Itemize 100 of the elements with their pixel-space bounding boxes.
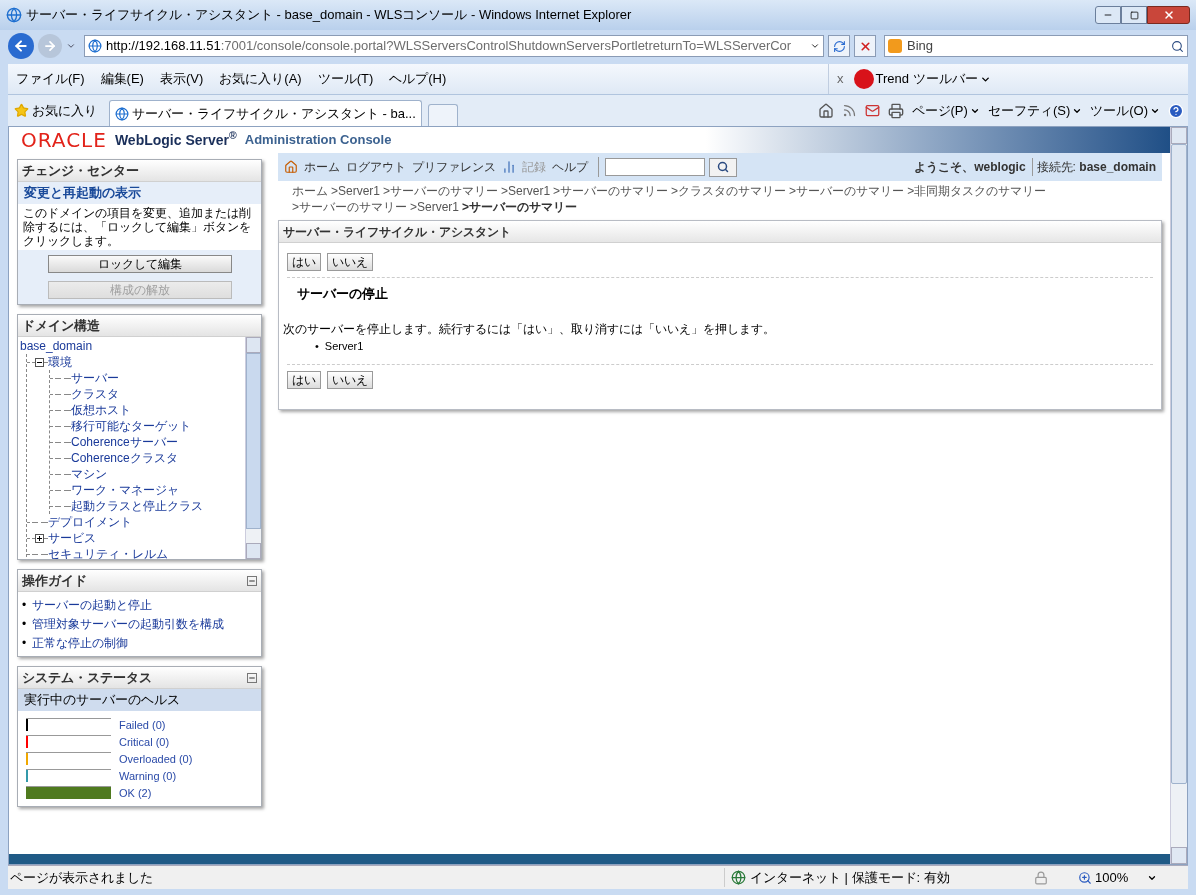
breadcrumb-link[interactable]: >サーバーのサマリー xyxy=(292,199,407,215)
health-link[interactable]: Overloaded (0) xyxy=(119,751,193,766)
tree-item[interactable]: Coherenceサーバー xyxy=(71,433,178,451)
menu-item[interactable]: ツール(T) xyxy=(309,69,382,89)
menu-item[interactable]: お気に入り(A) xyxy=(211,69,310,89)
guide-link[interactable]: 管理対象サーバーの起動引数を構成 xyxy=(32,616,225,632)
tree-item[interactable]: Coherenceクラスタ xyxy=(71,449,178,467)
maximize-button[interactable] xyxy=(1121,6,1147,24)
print-icon[interactable] xyxy=(887,102,904,119)
nav-link[interactable]: ホーム xyxy=(304,158,340,176)
health-link[interactable]: Warning (0) xyxy=(119,768,177,783)
tree-item[interactable]: サービス xyxy=(48,529,96,547)
mail-icon[interactable] xyxy=(864,103,880,118)
form-button[interactable]: いいえ xyxy=(327,371,373,389)
menu-item[interactable]: ヘルプ(H) xyxy=(381,69,455,89)
nav-link[interactable]: プリファレンス xyxy=(412,158,496,176)
help-icon[interactable] xyxy=(1168,102,1184,119)
feed-icon[interactable] xyxy=(841,103,857,118)
address-field[interactable]: http://192.168.11.51:7001/console/console.portal?WLSServersControlShutdownServersPortletreturnTo=WLSServerCor xyxy=(84,35,824,57)
health-link[interactable]: Critical (0) xyxy=(119,734,170,749)
favorites-button[interactable]: お気に入り xyxy=(8,100,103,121)
panel-button[interactable]: ロックして編集 xyxy=(47,255,232,273)
home-icon xyxy=(284,160,298,174)
breadcrumb-link[interactable]: ホーム xyxy=(292,183,328,199)
command-menu[interactable]: セーフティ(S) xyxy=(987,100,1083,121)
menu-item[interactable]: ファイル(F) xyxy=(8,69,93,89)
health-link[interactable]: Failed (0) xyxy=(119,717,166,732)
bullet: • xyxy=(22,635,27,651)
nav-link[interactable]: ログアウト xyxy=(346,158,406,176)
tree-root[interactable]: base_domain xyxy=(20,338,93,354)
tree-item[interactable]: 仮想ホスト xyxy=(71,401,131,419)
breadcrumb-link[interactable]: >サーバーのサマリー xyxy=(553,183,669,199)
nav-link[interactable]: ヘルプ xyxy=(552,158,588,176)
history-dropdown-icon[interactable] xyxy=(66,41,76,51)
change-center-text: このドメインの項目を変更、追加または削除するには、「ロックして編集」ボタンをクリックします。 xyxy=(18,204,261,250)
breadcrumb-link[interactable]: >Server1 xyxy=(410,199,460,215)
breadcrumb-link[interactable]: >サーバーのサマリー xyxy=(462,199,578,215)
form-button[interactable]: いいえ xyxy=(327,253,373,271)
console-subtitle: Administration Console xyxy=(244,131,392,150)
section-heading: サーバーの停止 xyxy=(296,285,388,303)
tree-item[interactable]: 移行可能なターゲット xyxy=(71,417,191,435)
tree-item[interactable]: サーバー xyxy=(71,369,119,387)
bullet: • xyxy=(22,597,27,613)
search-icon[interactable] xyxy=(1171,39,1184,53)
tree-item[interactable]: デプロイメント xyxy=(48,513,132,531)
tree-item[interactable]: セキュリティ・レルム xyxy=(48,545,168,559)
panel-title: サーバー・ライフサイクル・アシスタント xyxy=(283,223,511,241)
tree-item[interactable]: クラスタ xyxy=(71,385,119,403)
bullet: • xyxy=(315,338,319,354)
search-icon xyxy=(717,161,729,173)
menu-item[interactable]: 編集(E) xyxy=(92,69,152,89)
collapse-icon[interactable] xyxy=(35,357,44,367)
form-button[interactable]: はい xyxy=(287,371,321,389)
breadcrumb-link[interactable]: >Server1 xyxy=(501,183,551,199)
close-button[interactable] xyxy=(1147,6,1190,24)
guide-link[interactable]: サーバーの起動と停止 xyxy=(32,597,153,613)
bullet: • xyxy=(22,616,27,632)
stop-button[interactable] xyxy=(854,35,876,57)
tree-item[interactable]: ワーク・マネージャ xyxy=(71,481,179,499)
command-menu[interactable]: ツール(O) xyxy=(1090,100,1160,121)
search-provider-icon xyxy=(888,39,902,53)
chart-icon xyxy=(502,160,516,174)
home-icon[interactable] xyxy=(817,102,834,119)
breadcrumb-link[interactable]: >Server1 xyxy=(331,183,381,199)
message-text: 次のサーバーを停止します。続行するには「はい」、取り消すには「いいえ」を押します。 xyxy=(283,320,776,338)
toolbar-menu[interactable]: Trend ツールバー xyxy=(875,69,991,89)
status-subtitle: 実行中のサーバーのヘルス xyxy=(24,691,180,710)
dropdown-icon[interactable] xyxy=(810,41,820,51)
expand-icon[interactable] xyxy=(35,533,44,543)
scrollbar[interactable] xyxy=(245,337,261,559)
tree-item[interactable]: マシン xyxy=(71,465,107,483)
command-menu[interactable]: ページ(P) xyxy=(911,100,980,121)
browser-tab[interactable]: サーバー・ライフサイクル・アシスタント - ba... xyxy=(109,100,422,126)
tree-item[interactable]: 起動クラスと停止クラス xyxy=(71,497,203,515)
search-button[interactable] xyxy=(709,157,737,177)
lock-icon[interactable] xyxy=(1034,870,1048,885)
close-icon xyxy=(1162,9,1175,21)
refresh-button[interactable] xyxy=(828,35,850,57)
menu-item[interactable]: 表示(V) xyxy=(151,69,212,89)
breadcrumb-link[interactable]: >サーバーのサマリー xyxy=(383,183,499,199)
breadcrumb-link[interactable]: >非同期タスクのサマリー xyxy=(907,183,1047,199)
scrollbar[interactable] xyxy=(1170,127,1187,864)
zoom-control[interactable]: 100% xyxy=(1078,867,1158,888)
globe-icon xyxy=(731,870,746,885)
breadcrumb-link[interactable]: >サーバーのサマリー xyxy=(789,183,905,199)
zoom-icon xyxy=(1078,870,1092,885)
back-button[interactable] xyxy=(8,33,34,59)
guide-link[interactable]: 正常な停止の制御 xyxy=(32,635,129,651)
tree-item[interactable]: 環境 xyxy=(48,353,72,371)
search-field[interactable]: Bing xyxy=(884,35,1188,57)
maximize-icon xyxy=(1129,10,1139,20)
form-button[interactable]: はい xyxy=(287,253,321,271)
close-toolbar-button[interactable]: x xyxy=(837,69,844,89)
health-link[interactable]: OK (2) xyxy=(119,785,152,800)
search-field[interactable] xyxy=(605,158,705,176)
breadcrumb-link[interactable]: >クラスタのサマリー xyxy=(671,183,787,199)
window-title: サーバー・ライフサイクル・アシスタント - base_domain - WLSコンソール - Windows Internet Explorer xyxy=(26,6,632,25)
browser-icon xyxy=(6,7,22,23)
minimize-button[interactable] xyxy=(1095,6,1121,24)
forward-arrow-icon xyxy=(43,39,57,53)
